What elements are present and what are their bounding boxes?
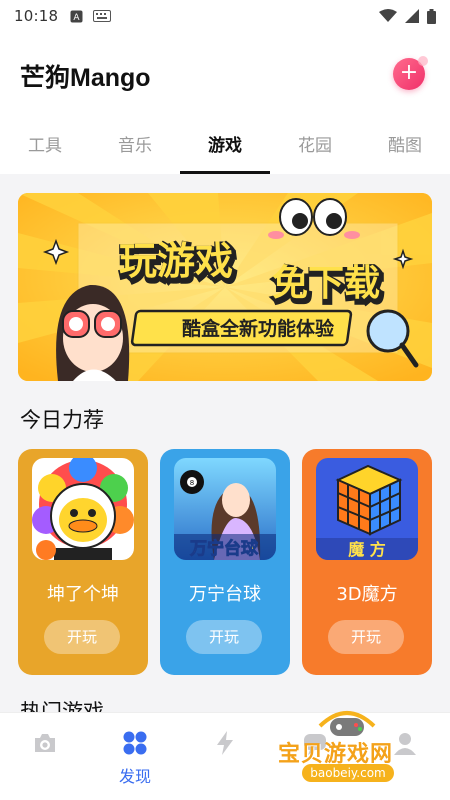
game-thumb-kun <box>32 458 134 560</box>
banner-subline: 酷盒全新功能体验 <box>182 317 335 340</box>
status-bar: 10:18 A <box>0 0 450 32</box>
tab-tools[interactable]: 工具 <box>0 120 90 174</box>
game-name: 3D魔方 <box>336 584 398 605</box>
tab-garden[interactable]: 花园 <box>270 120 360 174</box>
tab-music[interactable]: 音乐 <box>90 120 180 174</box>
grid-icon <box>123 731 147 755</box>
tab-games[interactable]: 游戏 <box>180 120 270 174</box>
watermark-url: baobeiy.com <box>302 764 394 782</box>
main-content: 玩游戏 玩游戏 免下载 免下载 酷盒全新功能体验 今日力荐 坤了个坤 开玩 8 … <box>0 174 450 720</box>
play-button[interactable]: 开玩 <box>44 620 120 654</box>
thumb-caption: 万宁台球 <box>189 538 259 559</box>
site-watermark: 宝贝游戏网 baobeiy.com <box>272 706 442 786</box>
rubiks-cube-icon: 魔 方 <box>316 458 418 560</box>
add-button[interactable]: + <box>393 56 428 90</box>
game-thumb-cube: 魔 方 <box>316 458 418 560</box>
billiards-girl-icon: 8 万宁台球 <box>174 458 276 560</box>
banner-headline-1: 玩游戏 <box>119 239 233 283</box>
game-cards: 坤了个坤 开玩 8 万宁台球 万宁台球 开玩 魔 方 3D魔方 开玩 <box>18 449 432 675</box>
battery-icon <box>427 8 436 24</box>
chick-character-icon <box>32 458 134 560</box>
status-time: 10:18 <box>14 7 59 25</box>
banner-artwork: 玩游戏 玩游戏 免下载 免下载 酷盒全新功能体验 <box>18 193 432 381</box>
notification-a-icon: A <box>70 10 83 23</box>
gamepad-logo-icon <box>318 711 376 736</box>
nav-item-camera[interactable] <box>0 713 90 800</box>
game-name: 万宁台球 <box>189 584 261 605</box>
nav-item-lightning[interactable] <box>180 713 270 800</box>
today-picks-title: 今日力荐 <box>20 408 104 432</box>
category-tabs: 工具 音乐 游戏 花园 酷图 <box>0 120 450 174</box>
tab-cool-images[interactable]: 酷图 <box>360 120 450 174</box>
thumb-caption: 魔 方 <box>348 540 386 559</box>
lightning-icon <box>217 731 233 755</box>
nav-item-discover[interactable]: 发现 <box>90 713 180 800</box>
svg-text:8: 8 <box>190 479 194 487</box>
camera-icon <box>35 734 55 752</box>
app-title: 芒狗Mango <box>20 64 151 92</box>
game-card-cube[interactable]: 魔 方 3D魔方 开玩 <box>302 449 432 675</box>
game-card-kun[interactable]: 坤了个坤 开玩 <box>18 449 148 675</box>
nav-label-discover: 发现 <box>118 767 151 786</box>
game-thumb-billiards: 8 万宁台球 <box>174 458 276 560</box>
wifi-icon <box>379 9 397 22</box>
plus-icon: + <box>399 60 419 85</box>
game-name: 坤了个坤 <box>47 584 119 605</box>
svg-text:A: A <box>74 13 81 23</box>
play-button[interactable]: 开玩 <box>186 620 262 654</box>
game-card-billiards[interactable]: 8 万宁台球 万宁台球 开玩 <box>160 449 290 675</box>
banner-headline-2: 免下载 <box>272 263 380 304</box>
play-button[interactable]: 开玩 <box>328 620 404 654</box>
promo-banner[interactable]: 玩游戏 玩游戏 免下载 免下载 酷盒全新功能体验 <box>18 193 432 381</box>
app-header: 芒狗Mango + <box>0 32 450 120</box>
cellular-signal-icon <box>405 9 419 23</box>
keyboard-icon <box>93 10 112 22</box>
